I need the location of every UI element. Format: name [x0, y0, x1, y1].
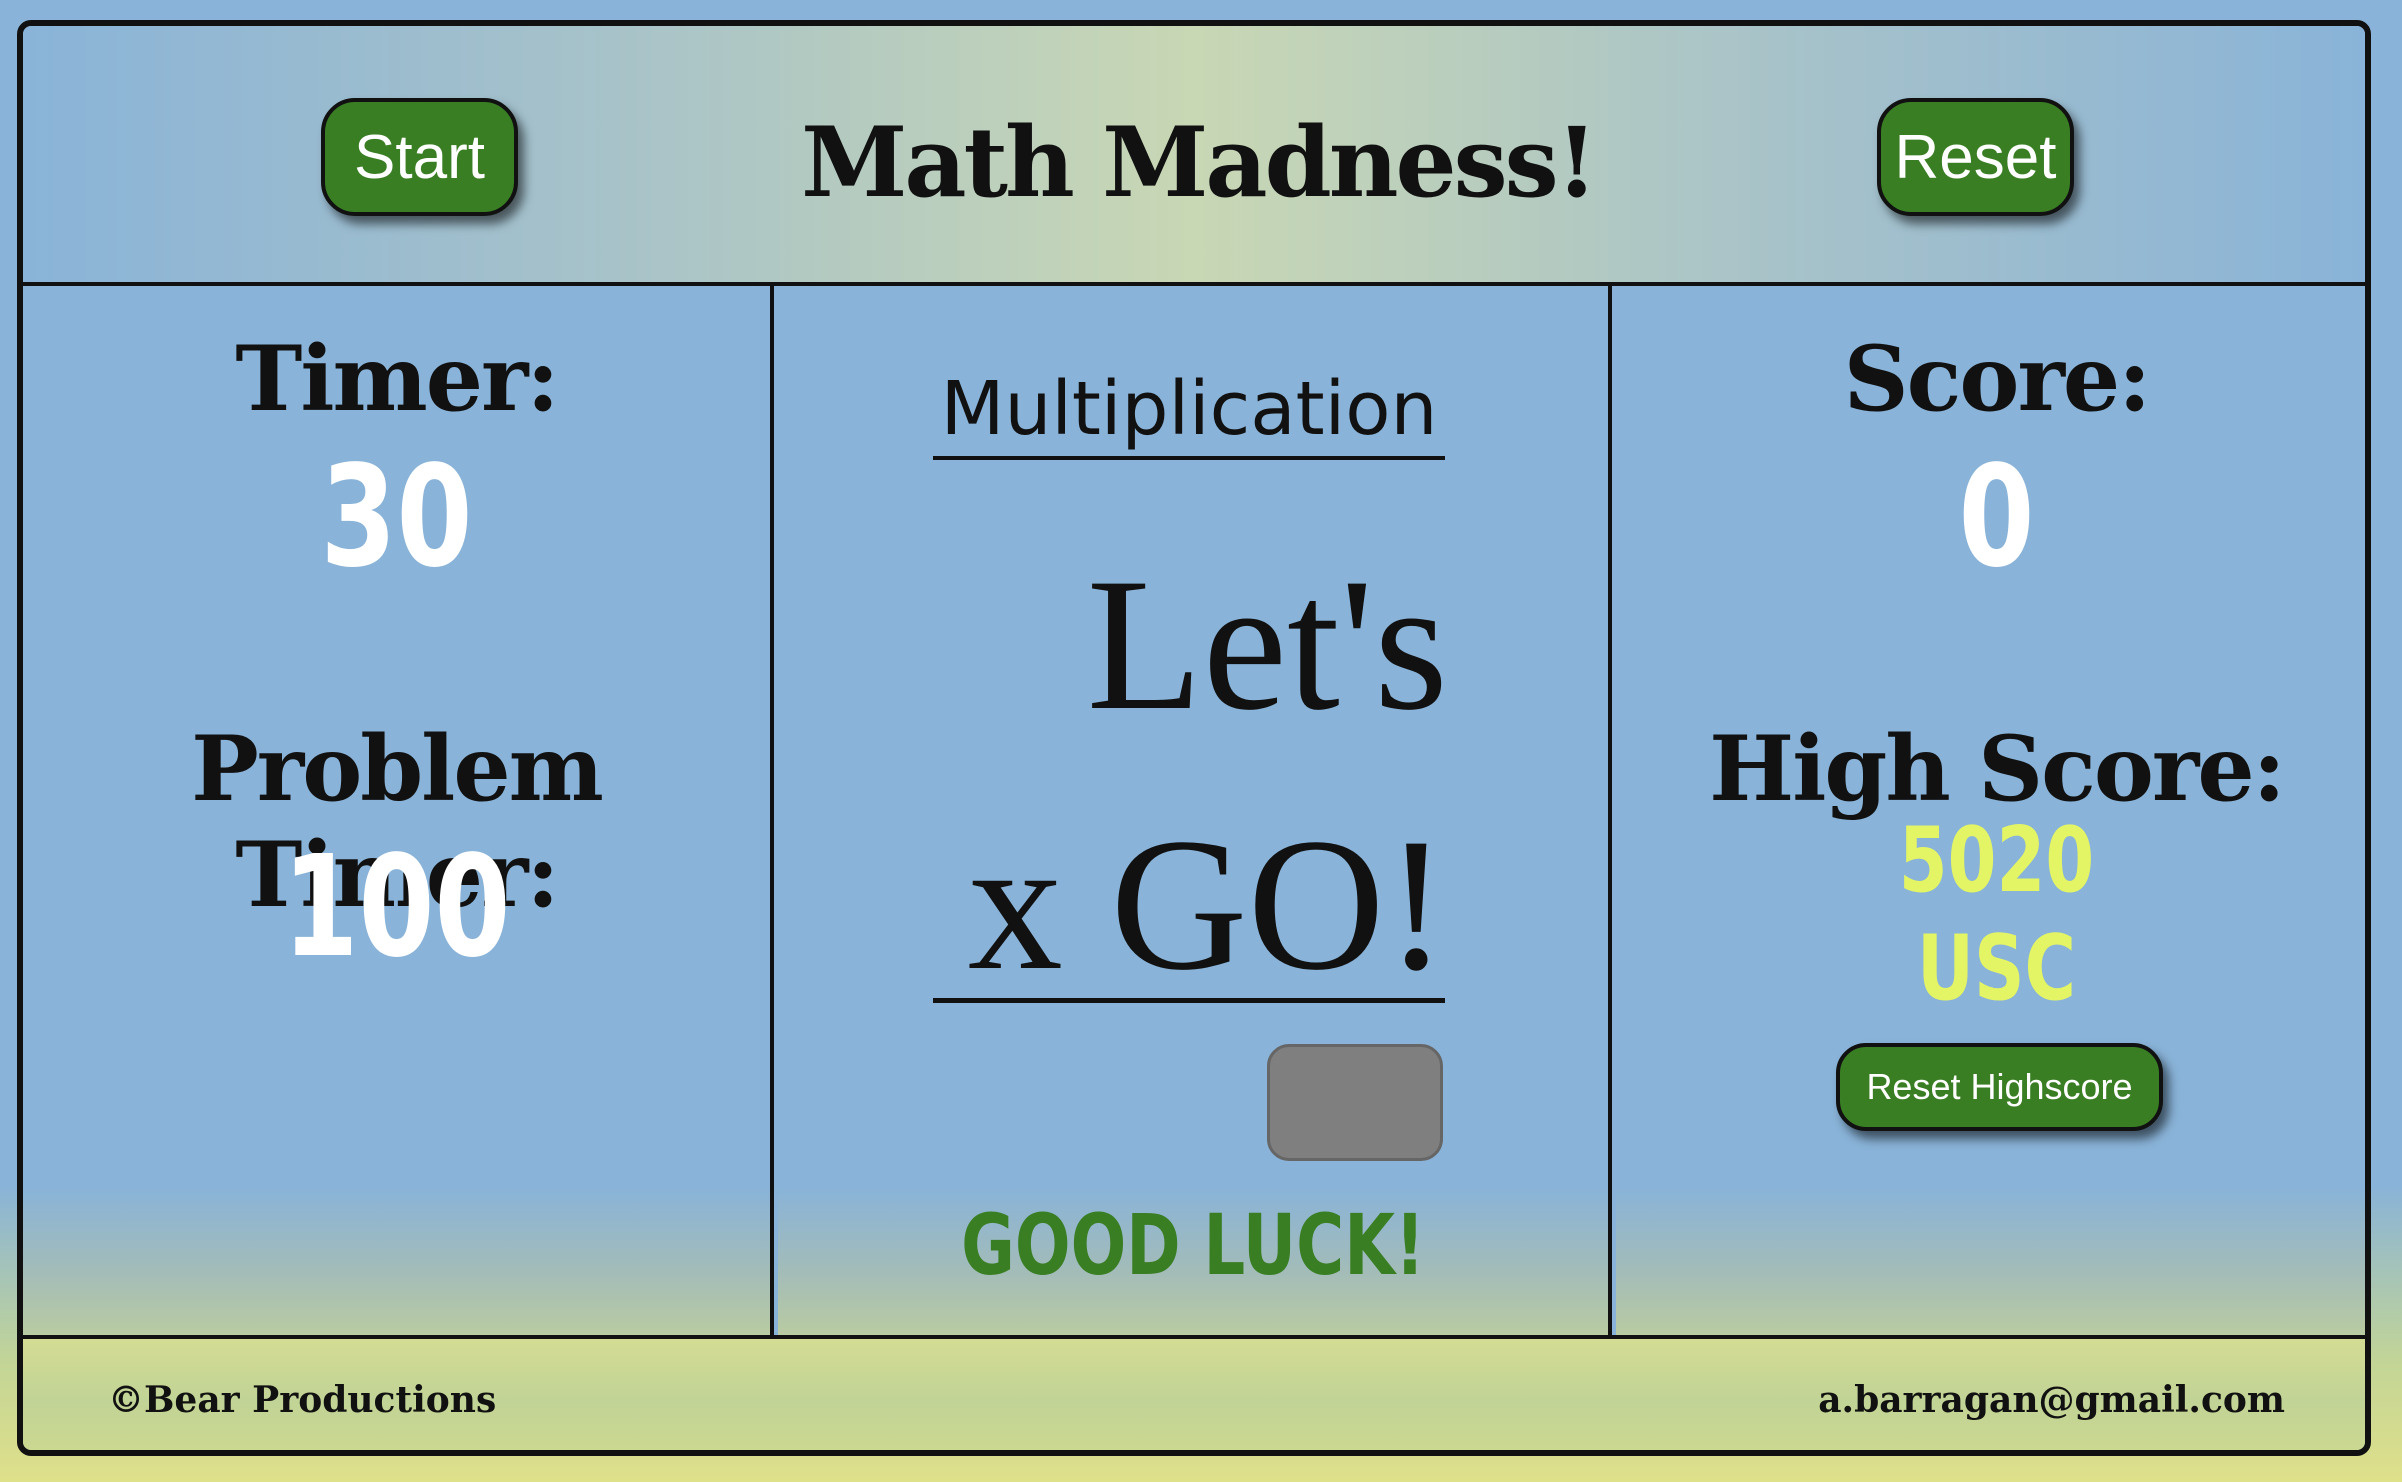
problem-panel: Multiplication Let's x GO! GOOD LUCK! [778, 286, 1612, 1335]
score-value: 0 [1958, 436, 2035, 599]
timer-value: 30 [320, 436, 473, 599]
header: Start Math Madness! Reset [23, 26, 2365, 286]
reset-button[interactable]: Reset [1877, 98, 2074, 216]
timer-label: Timer: [235, 326, 559, 432]
timer-panel: Timer: 30 Problem Timer: 100 [23, 286, 774, 1335]
problem-bottom-line: x GO! [967, 800, 1448, 1010]
answer-input[interactable] [1267, 1044, 1443, 1161]
problem-timer-value: 100 [282, 826, 511, 989]
high-score-value: 5020 [1898, 808, 2095, 913]
footer: ©Bear Productions a.barragan@gmail.com [23, 1335, 2365, 1450]
contact-email[interactable]: a.barragan@gmail.com [1818, 1379, 2285, 1421]
score-label: Score: [1843, 326, 2152, 432]
operation-title: Multiplication [933, 366, 1445, 460]
high-score-name: USC [1916, 916, 2077, 1021]
game-frame: Start Math Madness! Reset Timer: 30 Prob… [17, 20, 2371, 1456]
high-score-label: High Score: [1709, 716, 2286, 822]
copyright-text: ©Bear Productions [108, 1379, 497, 1421]
reset-highscore-button[interactable]: Reset Highscore [1836, 1043, 2163, 1131]
start-button[interactable]: Start [321, 98, 518, 216]
score-panel: Score: 0 High Score: 5020 USC Reset High… [1616, 286, 2365, 1335]
problem-top-line: Let's [1086, 540, 1448, 750]
problem-underline [933, 998, 1445, 1003]
game-title: Math Madness! [801, 106, 1598, 219]
status-message: GOOD LUCK! [961, 1196, 1425, 1294]
